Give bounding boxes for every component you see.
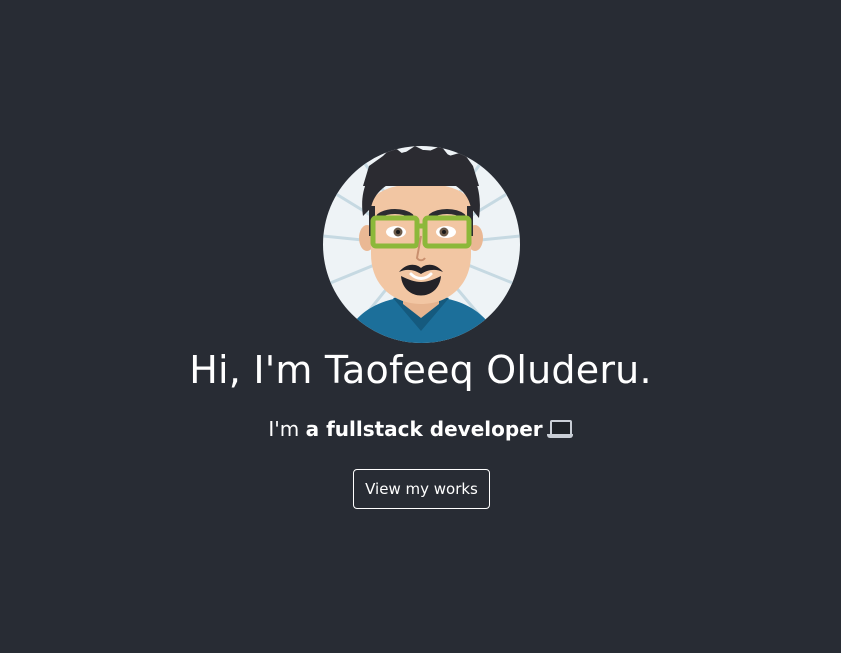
laptop-icon: [546, 420, 573, 438]
subtitle: I'm a fullstack developer: [0, 413, 841, 445]
avatar-illustration: [323, 146, 520, 343]
subtitle-prefix: I'm: [268, 417, 306, 441]
page-title: Hi, I'm Taofeeq Oluderu.: [189, 348, 652, 392]
view-my-works-button[interactable]: View my works: [353, 469, 490, 509]
subtitle-role: a fullstack developer: [305, 417, 543, 441]
hero-section: Hi, I'm Taofeeq Oluderu. I'm a fullstack…: [0, 0, 841, 653]
avatar: [323, 146, 520, 343]
